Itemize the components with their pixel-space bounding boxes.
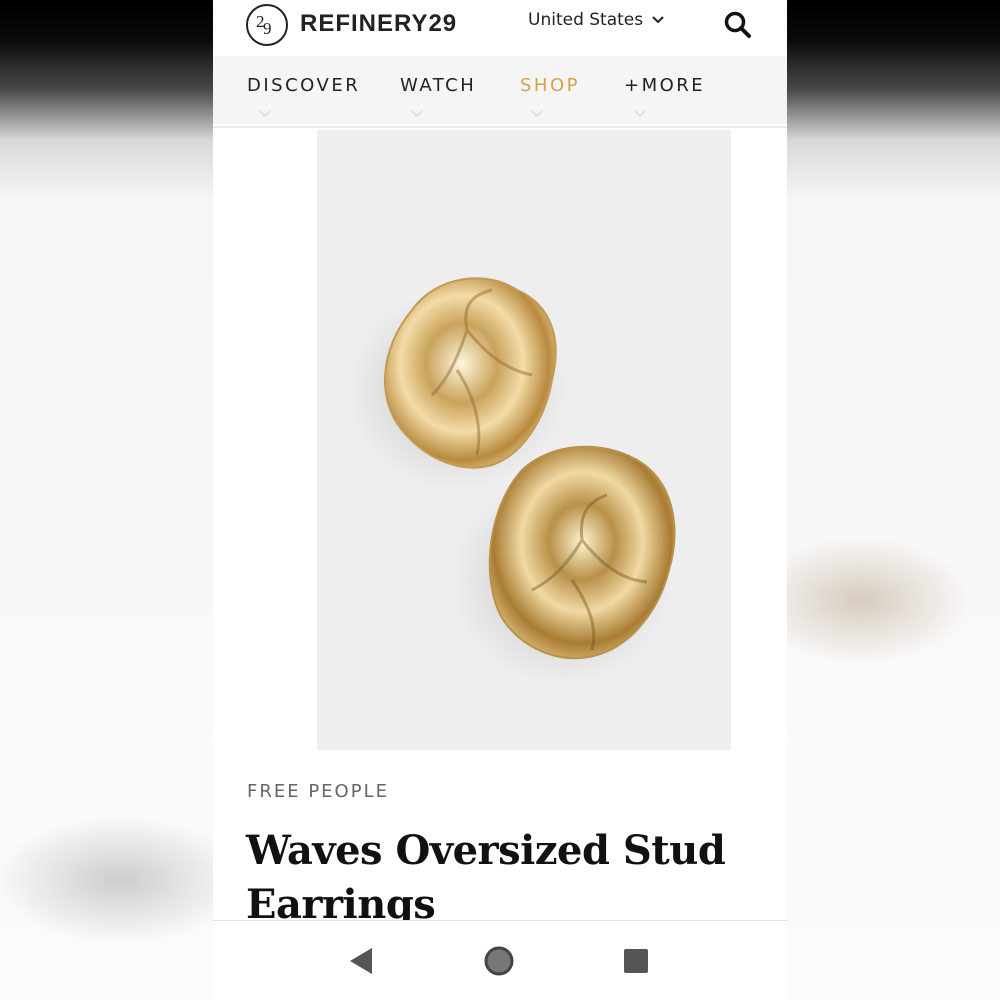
more-caret-icon: [634, 110, 646, 118]
back-icon[interactable]: [348, 946, 374, 976]
product-image[interactable]: [317, 130, 731, 750]
system-navigation-bar: [213, 920, 787, 1000]
site-logo-text[interactable]: REFINERY29: [300, 10, 457, 38]
discover-caret-icon: [259, 110, 271, 118]
nav-discover[interactable]: DISCOVER: [247, 75, 360, 96]
recents-icon[interactable]: [623, 948, 649, 974]
main-nav: DISCOVER WATCH SHOP +MORE: [213, 56, 787, 124]
watch-caret-icon: [411, 110, 423, 118]
nav-watch[interactable]: WATCH: [400, 75, 476, 96]
shop-caret-icon: [531, 110, 543, 118]
nav-more[interactable]: +MORE: [624, 75, 705, 96]
refinery29-logo-icon[interactable]: 2 9: [246, 4, 288, 46]
region-label: United States: [528, 10, 644, 30]
nav-divider: [213, 126, 787, 128]
top-bar: 2 9 REFINERY29 United States: [213, 0, 787, 56]
home-icon[interactable]: [483, 945, 515, 977]
svg-text:9: 9: [263, 19, 272, 38]
chevron-down-icon: [652, 16, 664, 24]
nav-shop[interactable]: SHOP: [520, 75, 580, 96]
product-title: Waves Oversized Stud Earrings: [246, 827, 726, 928]
product-brand[interactable]: FREE PEOPLE: [247, 781, 389, 802]
phone-screen: 2 9 REFINERY29 United States DISCOVER WA…: [213, 0, 787, 1000]
search-icon[interactable]: [723, 10, 753, 40]
region-selector[interactable]: United States: [528, 10, 665, 30]
